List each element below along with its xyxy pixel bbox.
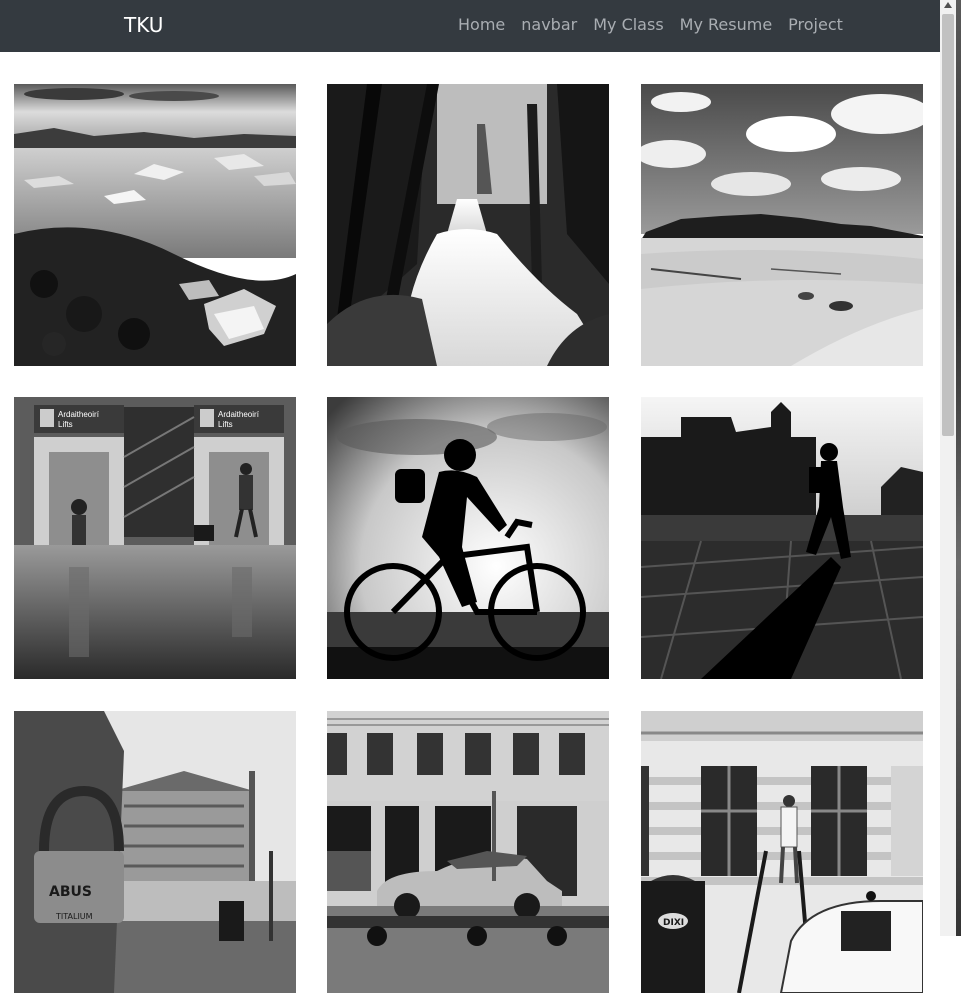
photo-pedestrian-shadow[interactable] bbox=[641, 397, 923, 679]
vintage-car-image bbox=[327, 711, 609, 993]
lift-sign-irish-right: Ardaitheoirí bbox=[218, 410, 260, 419]
top-navbar: TKU Home navbar My Class My Resume Proje… bbox=[0, 0, 940, 52]
pedestrian-shadow-image bbox=[641, 397, 923, 679]
glacier-lagoon-image bbox=[14, 84, 296, 366]
forest-waterfall-image bbox=[327, 84, 609, 366]
photo-forest-waterfall[interactable] bbox=[327, 84, 609, 366]
portable-toilet-brand-text: DIXI bbox=[663, 918, 684, 928]
lift-sign-english-right: Lifts bbox=[218, 420, 233, 429]
cyclist-silhouette-image bbox=[327, 397, 609, 679]
padlock-street-image: ABUS TITALIUM bbox=[14, 711, 296, 993]
nav-link-project[interactable]: Project bbox=[788, 15, 843, 35]
scrollbar-thumb[interactable] bbox=[942, 14, 954, 436]
window-cleaner-image: DIXI bbox=[641, 711, 923, 993]
photo-window-cleaner[interactable]: DIXI bbox=[641, 711, 923, 993]
nav-link-home[interactable]: Home bbox=[458, 15, 505, 35]
airport-lifts-image: Ardaitheoirí Lifts Ardaitheoirí Lifts bbox=[14, 397, 296, 679]
padlock-brand-text: ABUS bbox=[49, 884, 92, 900]
photo-cyclist-silhouette[interactable] bbox=[327, 397, 609, 679]
brand-logo[interactable]: TKU bbox=[124, 13, 163, 37]
vertical-scrollbar[interactable] bbox=[940, 0, 956, 936]
desert-dunes-image bbox=[641, 84, 923, 366]
background-edge bbox=[956, 0, 961, 936]
scroll-up-arrow-icon[interactable] bbox=[944, 2, 952, 8]
nav-link-navbar[interactable]: navbar bbox=[521, 15, 577, 35]
photo-glacier-lagoon[interactable] bbox=[14, 84, 296, 366]
nav-link-my-resume[interactable]: My Resume bbox=[680, 15, 773, 35]
photo-vintage-car[interactable] bbox=[327, 711, 609, 993]
photo-airport-lifts[interactable]: Ardaitheoirí Lifts Ardaitheoirí Lifts bbox=[14, 397, 296, 679]
nav-links: Home navbar My Class My Resume Project bbox=[458, 15, 843, 35]
lift-sign-irish-left: Ardaitheoirí bbox=[58, 410, 100, 419]
nav-link-my-class[interactable]: My Class bbox=[593, 15, 663, 35]
photo-desert-dunes[interactable] bbox=[641, 84, 923, 366]
padlock-model-text: TITALIUM bbox=[55, 912, 93, 921]
photo-padlock-street[interactable]: ABUS TITALIUM bbox=[14, 711, 296, 993]
lift-sign-english-left: Lifts bbox=[58, 420, 73, 429]
